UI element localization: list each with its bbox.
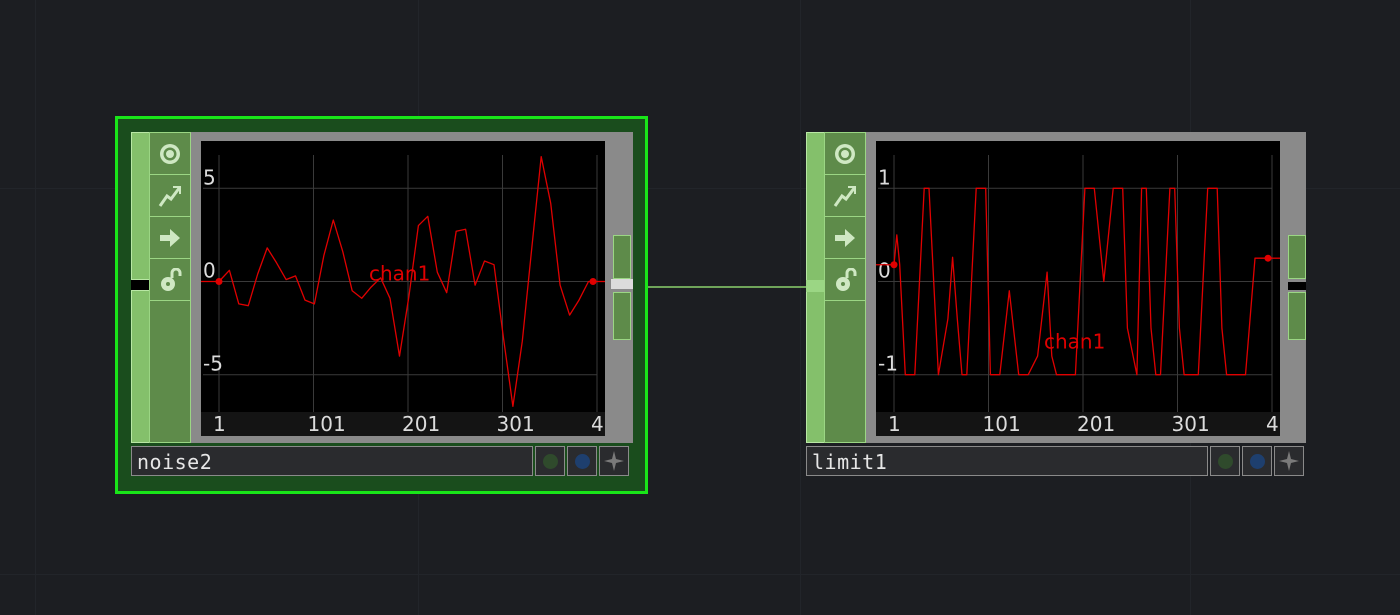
flag-display[interactable] — [567, 446, 597, 476]
x-tick-label: 401 — [1266, 412, 1280, 436]
chop-viewer[interactable]: 1 101 201 301 401 1 0 -1 chan1 — [876, 141, 1280, 436]
chop-viewer[interactable]: 1 101 201 301 401 5 0 -5 chan1 — [201, 141, 605, 436]
target-icon — [835, 144, 855, 164]
node-name-field[interactable]: noise2 — [131, 446, 533, 476]
arrow-right-icon — [160, 229, 180, 247]
flag-bypass[interactable] — [1210, 446, 1240, 476]
start-marker — [215, 278, 223, 285]
connection-wire[interactable] — [632, 286, 808, 288]
start-marker — [890, 261, 898, 269]
node-toggle-strip — [824, 132, 866, 443]
output-connector[interactable] — [611, 279, 633, 289]
export-toggle-button[interactable] — [825, 217, 865, 259]
flag-viewer-active[interactable] — [599, 446, 629, 476]
end-marker — [1264, 254, 1272, 262]
blue-dot-icon — [575, 454, 590, 469]
node-limit1[interactable]: 1 101 201 301 401 1 0 -1 chan1 limit1 — [806, 132, 1308, 478]
output-tab-upper[interactable] — [1288, 235, 1306, 279]
y-tick-label: 5 — [203, 165, 216, 189]
grid-line — [0, 574, 1400, 575]
lightning-icon — [833, 186, 857, 207]
output-tab-lower[interactable] — [613, 292, 631, 340]
flag-viewer-active[interactable] — [1274, 446, 1304, 476]
y-tick-label: 0 — [878, 259, 891, 283]
x-tick-label: 201 — [402, 412, 440, 436]
y-tick-label: -5 — [203, 352, 223, 376]
viewer-toggle-button[interactable] — [150, 133, 190, 175]
x-tick-label: 301 — [497, 412, 535, 436]
target-icon — [160, 144, 180, 164]
network-editor-canvas[interactable]: 110120130140150-5chan1 noise2 — [0, 0, 1400, 615]
cook-toggle-button[interactable] — [150, 175, 190, 217]
viewer-toggle-button[interactable] — [825, 133, 865, 175]
y-tick-label: 0 — [203, 259, 216, 283]
node-name-label: limit1 — [812, 450, 888, 474]
lock-toggle-button[interactable] — [150, 259, 190, 301]
lock-toggle-button[interactable] — [825, 259, 865, 301]
arrow-right-icon — [835, 229, 855, 247]
end-marker — [589, 278, 597, 285]
channel-graph: 1 101 201 301 401 5 0 -5 chan1 — [201, 155, 605, 436]
x-tick-label: 201 — [1077, 412, 1115, 436]
output-connector[interactable] — [1288, 282, 1306, 290]
input-connector[interactable] — [131, 280, 151, 290]
grid-line — [800, 0, 801, 615]
lightning-icon — [158, 186, 182, 207]
x-tick-label: 401 — [591, 412, 605, 436]
input-strip-lower[interactable] — [131, 290, 151, 443]
output-tab-lower[interactable] — [1288, 292, 1306, 340]
x-tick-label: 1 — [888, 412, 901, 436]
x-tick-label: 101 — [308, 412, 346, 436]
channel-name-label: chan1 — [369, 262, 430, 286]
star-icon — [1279, 451, 1299, 471]
output-tab-upper[interactable] — [613, 235, 631, 279]
lock-icon — [836, 268, 857, 291]
y-tick-label: -1 — [878, 352, 898, 376]
y-tick-label: 1 — [878, 165, 891, 189]
node-name-label: noise2 — [137, 450, 213, 474]
flag-bypass[interactable] — [535, 446, 565, 476]
blue-dot-icon — [1250, 454, 1265, 469]
star-icon — [604, 451, 624, 471]
green-dot-icon — [543, 454, 558, 469]
cook-toggle-button[interactable] — [825, 175, 865, 217]
node-noise2[interactable]: 1 101 201 301 401 5 0 -5 chan1 noise2 — [131, 132, 633, 478]
flag-display[interactable] — [1242, 446, 1272, 476]
lock-icon — [161, 268, 182, 291]
node-toggle-strip — [149, 132, 191, 443]
node-name-field[interactable]: limit1 — [806, 446, 1208, 476]
channel-name-label: chan1 — [1044, 330, 1105, 354]
export-toggle-button[interactable] — [150, 217, 190, 259]
green-dot-icon — [1218, 454, 1233, 469]
grid-line — [35, 0, 36, 615]
x-tick-label: 301 — [1172, 412, 1210, 436]
input-connector[interactable] — [806, 280, 826, 292]
x-tick-label: 1 — [213, 412, 226, 436]
x-tick-label: 101 — [983, 412, 1021, 436]
channel-graph: 1 101 201 301 401 1 0 -1 chan1 — [876, 155, 1280, 436]
input-strip-upper[interactable] — [131, 132, 151, 280]
